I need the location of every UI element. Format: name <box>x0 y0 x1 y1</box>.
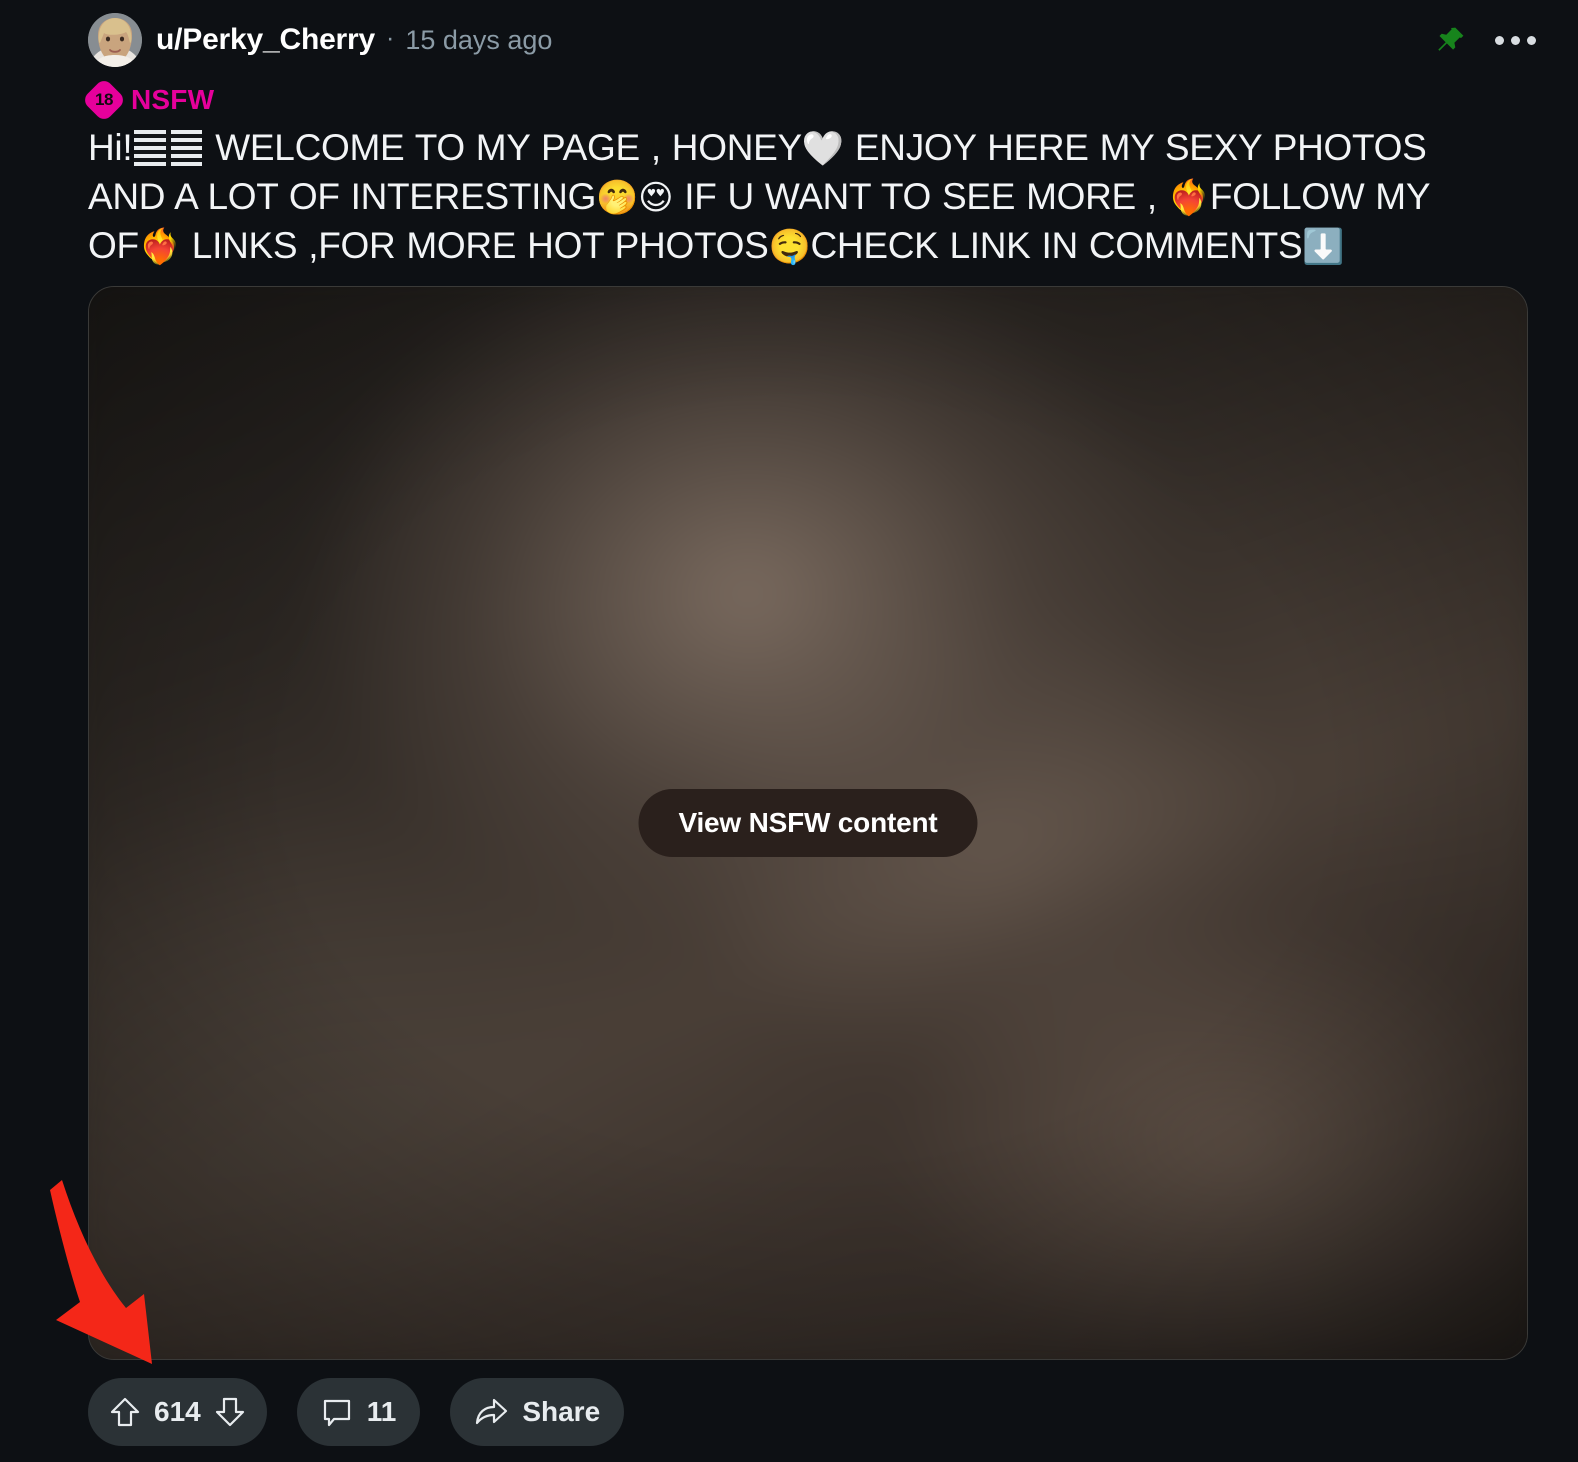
avatar[interactable] <box>88 13 142 67</box>
share-button[interactable]: Share <box>450 1378 625 1446</box>
vote-pill: 614 <box>88 1378 267 1446</box>
post-media-blurred[interactable]: View NSFW content <box>88 286 1528 1360</box>
post-author[interactable]: u/Perky_Cherry <box>156 23 375 57</box>
upvote-button[interactable] <box>108 1394 142 1430</box>
reddit-post: u/Perky_Cherry · 15 days ago 18 NSFW Hi!… <box>0 0 1578 1462</box>
nsfw-label: NSFW <box>131 84 215 115</box>
face-with-hand-over-mouth-emoji: 🤭 <box>596 178 639 218</box>
share-arrow-icon <box>476 1398 508 1425</box>
post-timestamp: 15 days ago <box>405 24 553 55</box>
header-separator: · <box>386 23 395 52</box>
vote-count: 614 <box>154 1396 201 1427</box>
drooling-face-emoji: 🤤 <box>768 227 811 267</box>
dot <box>1511 35 1520 45</box>
smiling-face-with-heart-eyes-emoji: 😍 <box>638 178 674 218</box>
heart-on-fire-emoji: ❤️‍🔥 <box>1167 178 1210 218</box>
comments-button[interactable]: 11 <box>296 1378 421 1446</box>
dot <box>1495 35 1504 45</box>
comment-count: 11 <box>366 1396 397 1427</box>
heart-on-fire-emoji: ❤️‍🔥 <box>138 227 181 267</box>
white-heart-emoji: 🤍 <box>801 129 844 169</box>
down-arrow-emoji: ⬇️ <box>1302 227 1345 267</box>
dot <box>1527 35 1536 45</box>
badge-age-label: 18 <box>95 90 113 109</box>
nsfw-tag[interactable]: 18 NSFW <box>81 77 215 123</box>
missing-glyph-icon <box>134 130 203 166</box>
comment-bubble-icon <box>323 1399 350 1427</box>
post-header: u/Perky_Cherry · 15 days ago <box>88 12 1538 68</box>
age-18-badge-icon: 18 <box>81 77 127 123</box>
avatar-image <box>88 13 142 67</box>
post-action-bar: 614 11 Share <box>88 1378 625 1446</box>
header-actions <box>1435 24 1538 56</box>
downvote-button[interactable] <box>213 1394 247 1430</box>
share-label: Share <box>522 1396 601 1427</box>
post-title[interactable]: Hi! WELCOME TO MY PAGE , HONEY🤍 ENJOY HE… <box>88 124 1488 271</box>
pushpin-icon[interactable] <box>1435 24 1467 56</box>
downvote-arrow-icon <box>215 1397 244 1427</box>
view-nsfw-content-button[interactable]: View NSFW content <box>638 789 978 857</box>
upvote-arrow-icon <box>110 1397 140 1427</box>
more-options-icon[interactable] <box>1493 30 1538 51</box>
